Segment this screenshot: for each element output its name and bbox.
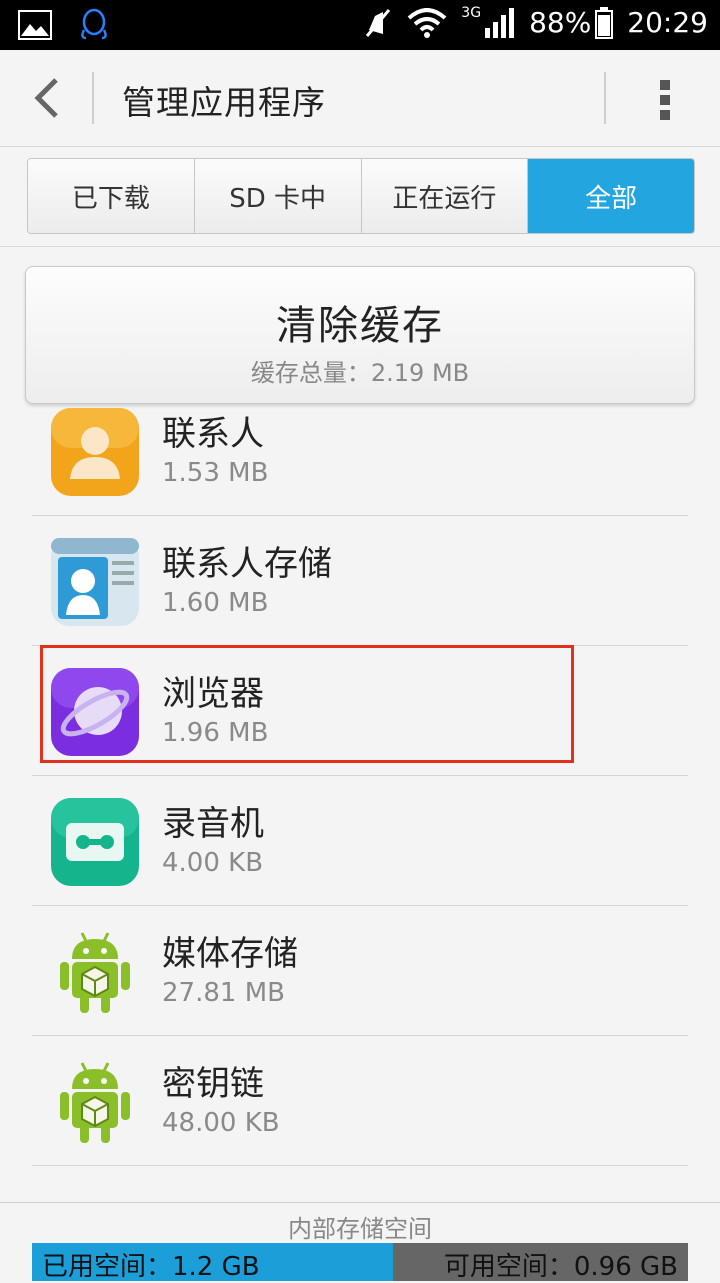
divider — [0, 246, 720, 247]
app-list: 联系人 1.53 MB 联系人存储 1.60 MB 浏览器 1.96 MB 录音… — [0, 404, 720, 1200]
app-name: 媒体存储 — [162, 934, 298, 974]
cache-total: 缓存总量：2.19 MB — [250, 359, 470, 387]
back-arrow-icon[interactable] — [28, 76, 68, 120]
partial-app-icon — [50, 1187, 140, 1200]
used-space-label: 已用空间：1.2 GB — [42, 1252, 260, 1282]
storage-title: 内部存储空间 — [288, 1215, 432, 1243]
app-size: 4.00 KB — [162, 848, 264, 878]
recorder-icon — [51, 798, 139, 886]
tab-sd-card[interactable]: SD 卡中 — [194, 159, 362, 233]
tab-bar: 已下载 SD 卡中 正在运行 全部 — [27, 158, 695, 234]
battery-percent: 88% — [529, 6, 592, 39]
list-item[interactable]: 密钥链 48.00 KB — [0, 1036, 720, 1166]
list-item[interactable]: 联系人存储 1.60 MB — [0, 516, 720, 646]
divider — [92, 72, 94, 124]
wifi-icon — [407, 7, 447, 38]
mute-icon — [366, 8, 391, 37]
gallery-icon — [18, 10, 52, 40]
action-bar: 管理应用程序 — [0, 50, 720, 147]
free-space-label: 可用空间：0.96 GB — [443, 1252, 678, 1282]
list-item[interactable] — [0, 1166, 720, 1200]
signal-icon — [485, 7, 515, 38]
status-bar: 3G 88% 20:29 — [0, 0, 720, 50]
storage-usage-bar: 已用空间：1.2 GB 可用空间：0.96 GB — [32, 1243, 688, 1282]
battery-icon — [595, 6, 614, 39]
overflow-menu-icon[interactable] — [660, 80, 670, 120]
android-icon — [60, 932, 130, 1013]
contacts-storage-icon — [51, 538, 139, 626]
list-item[interactable]: 媒体存储 27.81 MB — [0, 906, 720, 1036]
clear-cache-button[interactable]: 清除缓存 缓存总量：2.19 MB — [25, 266, 695, 404]
app-name: 联系人存储 — [162, 544, 332, 584]
storage-footer: 内部存储空间 已用空间：1.2 GB 可用空间：0.96 GB — [0, 1202, 720, 1282]
tab-downloaded[interactable]: 已下载 — [28, 159, 195, 233]
contacts-icon — [51, 408, 139, 496]
list-item[interactable]: 联系人 1.53 MB — [0, 404, 720, 516]
divider — [604, 72, 606, 124]
app-size: 1.53 MB — [162, 458, 269, 488]
app-size: 48.00 KB — [162, 1108, 280, 1138]
app-name: 联系人 — [162, 414, 264, 454]
app-name: 录音机 — [162, 804, 264, 844]
tab-running[interactable]: 正在运行 — [361, 159, 529, 233]
qq-icon — [81, 8, 107, 40]
app-size: 27.81 MB — [162, 978, 285, 1008]
network-type: 3G — [461, 4, 482, 21]
app-size: 1.60 MB — [162, 588, 269, 618]
app-name: 密钥链 — [162, 1064, 264, 1104]
android-icon — [60, 1062, 130, 1143]
clear-cache-label: 清除缓存 — [276, 303, 444, 349]
clock: 20:29 — [627, 6, 708, 39]
highlight-box — [40, 645, 574, 763]
tab-all[interactable]: 全部 — [528, 159, 694, 233]
page-title: 管理应用程序 — [122, 83, 326, 122]
list-item[interactable]: 录音机 4.00 KB — [0, 776, 720, 906]
